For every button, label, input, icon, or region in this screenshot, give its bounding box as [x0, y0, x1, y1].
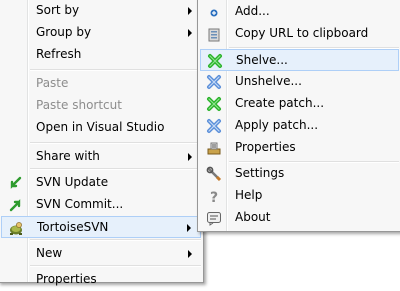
menu-item-paste[interactable]: Paste	[1, 73, 201, 95]
menu-item-group-by[interactable]: Group by	[1, 22, 201, 44]
menu-item-properties[interactable]: Properties	[1, 269, 201, 291]
submenu-item-apply-patch[interactable]: Apply patch...	[200, 115, 399, 137]
menu-item-label: Add...	[235, 4, 270, 18]
menu-item-refresh[interactable]: Refresh	[1, 44, 201, 66]
menu-item-tortoisesvn[interactable]: TortoiseSVN	[1, 216, 201, 238]
svn-commit-arrow-icon	[7, 197, 23, 213]
about-info-icon	[206, 210, 222, 226]
menu-item-label: Copy URL to clipboard	[235, 26, 369, 40]
menu-item-label: Open in Visual Studio	[36, 120, 165, 134]
menu-separator	[229, 161, 399, 163]
tortoisesvn-submenu: Add... Copy URL to clipboard Shelve... U…	[197, 0, 400, 232]
svn-update-arrow-icon	[7, 175, 23, 191]
menu-item-label: Properties	[36, 272, 97, 286]
menu-item-label: Shelve...	[236, 53, 288, 67]
menu-item-label: Create patch...	[235, 96, 325, 110]
submenu-item-shelve[interactable]: Shelve...	[200, 49, 399, 71]
submenu-item-add[interactable]: Add...	[200, 1, 399, 23]
submenu-arrow-icon	[187, 224, 191, 232]
menu-item-open-in-visual-studio[interactable]: Open in Visual Studio	[1, 117, 201, 139]
unshelve-blue-cross-icon	[206, 74, 222, 90]
menu-item-label: SVN Commit...	[36, 197, 124, 211]
menu-item-new[interactable]: New	[1, 243, 201, 265]
submenu-item-unshelve[interactable]: Unshelve...	[200, 71, 399, 93]
menu-item-label: Sort by	[36, 3, 80, 17]
menu-item-label: Group by	[36, 25, 92, 39]
menu-item-svn-update[interactable]: SVN Update	[1, 172, 201, 194]
menu-item-label: New	[36, 246, 63, 260]
submenu-arrow-icon	[188, 250, 192, 258]
menu-item-label: Settings	[235, 166, 285, 180]
apply-patch-blue-cross-icon	[206, 118, 222, 134]
properties-icon	[206, 140, 222, 156]
submenu-item-settings[interactable]: Settings	[200, 163, 399, 185]
menu-item-label: About	[235, 210, 271, 224]
submenu-item-about[interactable]: About	[200, 207, 399, 229]
menu-item-label: Apply patch...	[235, 118, 319, 132]
menu-item-share-with[interactable]: Share with	[1, 146, 201, 168]
context-menu: Sort by Group by Refresh Paste Paste sho…	[0, 0, 204, 286]
svg-text:?: ?	[210, 190, 218, 204]
submenu-arrow-icon	[188, 29, 192, 37]
menu-item-sort-by[interactable]: Sort by	[1, 0, 201, 22]
menu-item-label: Help	[235, 188, 263, 202]
create-patch-green-cross-icon	[206, 96, 222, 112]
menu-item-label: SVN Update	[36, 175, 109, 189]
submenu-item-properties[interactable]: Properties	[200, 137, 399, 159]
menu-separator	[229, 47, 399, 49]
help-question-icon: ?	[206, 188, 222, 206]
menu-separator	[30, 265, 201, 267]
menu-item-label: Share with	[36, 149, 100, 163]
clipboard-icon	[206, 26, 222, 42]
menu-item-label: Refresh	[36, 47, 82, 61]
submenu-arrow-icon	[188, 7, 192, 15]
menu-item-label: Unshelve...	[235, 74, 302, 88]
menu-item-label: Properties	[235, 140, 296, 154]
menu-separator	[30, 142, 201, 144]
submenu-arrow-icon	[188, 153, 192, 161]
menu-item-label: Paste	[36, 76, 69, 90]
submenu-item-copy-url[interactable]: Copy URL to clipboard	[200, 23, 399, 45]
submenu-item-help[interactable]: ? Help	[200, 185, 399, 207]
menu-item-label: TortoiseSVN	[37, 220, 109, 234]
menu-separator	[30, 168, 201, 170]
settings-wrench-icon	[206, 166, 222, 182]
menu-item-paste-shortcut[interactable]: Paste shortcut	[1, 95, 201, 117]
submenu-item-create-patch[interactable]: Create patch...	[200, 93, 399, 115]
add-plus-icon	[206, 4, 222, 20]
menu-item-svn-commit[interactable]: SVN Commit...	[1, 194, 201, 216]
menu-item-label: Paste shortcut	[36, 98, 122, 112]
tortoisesvn-turtle-icon	[8, 220, 24, 236]
menu-separator	[30, 239, 201, 241]
shelve-green-cross-icon	[207, 53, 223, 69]
menu-separator	[30, 69, 201, 71]
